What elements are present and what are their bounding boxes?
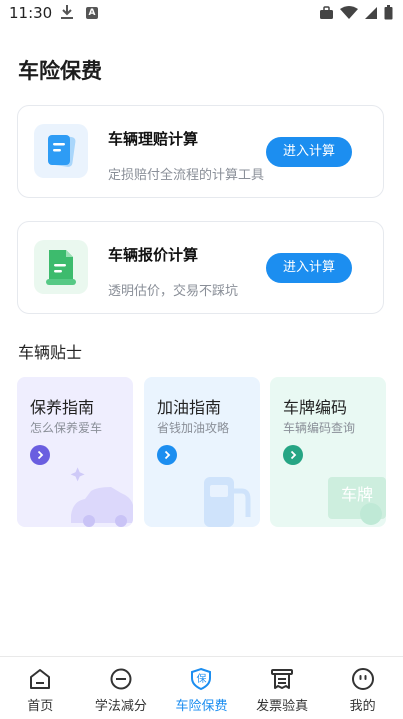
tip-subtitle: 怎么保养爱车 (30, 421, 103, 435)
card-description: 定损赔付全流程的计算工具 (108, 168, 265, 183)
quote-calc-card[interactable]: 车辆报价计算 透明估价，交易不踩坑 进入计算 (17, 221, 384, 314)
nav-label: 我的 (349, 699, 376, 714)
tip-title: 保养指南 (30, 398, 95, 417)
price-sheet-icon (34, 240, 88, 294)
license-plate-icon: 车牌 (326, 473, 386, 527)
car-sparkle-icon (70, 467, 133, 527)
document-icon (34, 124, 88, 178)
nav-label: 车险保费 (175, 699, 228, 714)
battery-icon (384, 5, 393, 20)
tip-title: 加油指南 (157, 398, 222, 417)
card-title: 车辆报价计算 (108, 246, 199, 264)
status-time: 11:30 (9, 4, 53, 22)
tip-subtitle: 省钱加油攻略 (157, 421, 230, 435)
tip-subtitle: 车辆编码查询 (283, 421, 356, 435)
nav-label: 学法减分 (94, 699, 147, 714)
bottom-nav: 首页 学法减分 保 车险保费 发票验真 我的 (0, 656, 403, 719)
nav-home[interactable]: 首页 (0, 657, 81, 719)
chevron-right-icon[interactable] (30, 445, 50, 465)
plate-deco-text: 车牌 (340, 485, 373, 504)
shield-badge-text: 保 (196, 674, 207, 685)
minus-circle-icon (110, 668, 132, 690)
chevron-right-icon[interactable] (283, 445, 303, 465)
nav-insurance[interactable]: 保 车险保费 (161, 657, 242, 719)
nav-label: 发票验真 (256, 699, 309, 714)
tip-title: 车牌编码 (283, 398, 348, 417)
card-title: 车辆理赔计算 (108, 130, 199, 148)
status-bar: 11:30 A (0, 0, 403, 28)
signal-icon (365, 6, 377, 19)
fuel-pump-icon (204, 477, 251, 527)
profile-icon (351, 668, 374, 690)
card-description: 透明估价，交易不踩坑 (108, 284, 239, 299)
enter-claim-calc-button[interactable]: 进入计算 (266, 137, 352, 167)
chevron-right-icon[interactable] (157, 445, 177, 465)
claim-calc-card[interactable]: 车辆理赔计算 定损赔付全流程的计算工具 进入计算 (17, 105, 384, 198)
invoice-icon (271, 669, 294, 689)
wifi-icon (340, 5, 358, 19)
tips-section-title: 车辆贴士 (18, 343, 83, 362)
nav-law-study[interactable]: 学法减分 (81, 657, 162, 719)
app-notification-icon: A (86, 7, 98, 19)
home-icon (30, 669, 51, 689)
maintenance-guide-card[interactable]: 保养指南 怎么保养爱车 (17, 377, 133, 527)
page-title: 车险保费 (18, 59, 102, 83)
nav-invoice[interactable]: 发票验真 (242, 657, 323, 719)
enter-quote-calc-button[interactable]: 进入计算 (266, 253, 352, 283)
nav-label: 首页 (27, 699, 54, 714)
nav-profile[interactable]: 我的 (322, 657, 403, 719)
plate-code-card[interactable]: 车牌编码 车辆编码查询 车牌 (270, 377, 386, 527)
fuel-guide-card[interactable]: 加油指南 省钱加油攻略 (144, 377, 260, 527)
download-icon (61, 5, 73, 19)
briefcase-icon (320, 5, 333, 19)
